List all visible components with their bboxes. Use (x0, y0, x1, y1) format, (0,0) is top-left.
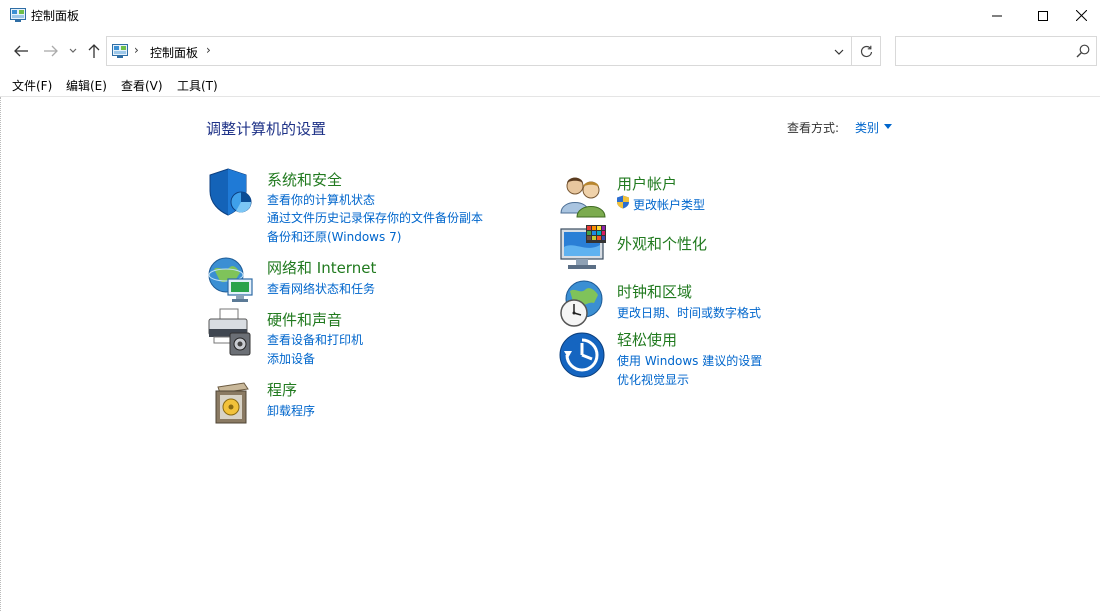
link-backup-restore[interactable]: 备份和还原(Windows 7) (267, 228, 401, 245)
category-title[interactable]: 网络和 Internet (267, 257, 376, 278)
category-hardware-sound: 硬件和声音 查看设备和打印机 添加设备 (206, 307, 506, 367)
refresh-button[interactable] (852, 36, 881, 66)
programs-box-icon[interactable] (206, 377, 256, 427)
link-file-history-backup[interactable]: 通过文件历史记录保存你的文件备份副本 (267, 209, 483, 226)
control-panel-icon (10, 8, 26, 22)
window-title: 控制面板 (31, 9, 80, 23)
link-uninstall-program[interactable]: 卸载程序 (267, 402, 315, 419)
maximize-icon (1038, 10, 1048, 21)
title-bar: 控制面板 (0, 0, 1100, 31)
monitor-palette-icon[interactable] (558, 223, 608, 273)
menu-tools[interactable]: 工具(T) (177, 77, 218, 94)
menu-view[interactable]: 查看(V) (121, 77, 163, 94)
refresh-icon (860, 45, 872, 57)
link-network-status[interactable]: 查看网络状态和任务 (267, 280, 375, 297)
category-clock-region: 时钟和区域 更改日期、时间或数字格式 (558, 279, 858, 329)
search-icon (1076, 44, 1090, 58)
page-title: 调整计算机的设置 (206, 120, 327, 138)
menu-file[interactable]: 文件(F) (12, 77, 52, 94)
view-by-dropdown[interactable]: 类别 (855, 119, 879, 136)
accessibility-icon[interactable] (558, 331, 608, 381)
category-appearance: 外观和个性化 (558, 223, 858, 273)
close-button[interactable] (1063, 0, 1100, 31)
minimize-button[interactable] (974, 0, 1020, 31)
recent-locations-button[interactable] (66, 39, 80, 63)
view-by-label: 查看方式: (787, 121, 840, 135)
category-title[interactable]: 硬件和声音 (267, 309, 342, 330)
category-title[interactable]: 程序 (267, 379, 297, 400)
search-box[interactable] (895, 36, 1097, 66)
category-system-security: 系统和安全 查看你的计算机状态 通过文件历史记录保存你的文件备份副本 备份和还原… (206, 167, 506, 247)
forward-button[interactable] (40, 39, 62, 63)
category-title[interactable]: 用户帐户 (617, 173, 677, 194)
users-icon[interactable] (558, 171, 608, 221)
category-title[interactable]: 外观和个性化 (617, 233, 707, 254)
main-content: 调整计算机的设置 查看方式: 类别 系统和安全 查看你的计算机状态 通过文件历史… (0, 97, 1100, 611)
link-view-computer-status[interactable]: 查看你的计算机状态 (267, 191, 375, 208)
menu-bar: 文件(F) 编辑(E) 查看(V) 工具(T) (0, 71, 1100, 97)
category-programs: 程序 卸载程序 (206, 377, 506, 427)
link-devices-printers[interactable]: 查看设备和打印机 (267, 331, 363, 348)
arrow-right-icon (44, 45, 58, 57)
printer-icon[interactable] (206, 307, 256, 357)
chevron-down-icon (69, 48, 77, 53)
minimize-icon (992, 15, 1002, 16)
category-title[interactable]: 时钟和区域 (617, 281, 692, 302)
breadcrumb-separator[interactable]: › (206, 43, 211, 57)
link-optimize-visual-display[interactable]: 优化视觉显示 (617, 371, 689, 388)
category-title[interactable]: 系统和安全 (267, 169, 342, 190)
close-icon (1076, 10, 1087, 21)
up-button[interactable] (84, 39, 104, 63)
uac-shield-icon (617, 195, 629, 209)
breadcrumb-control-panel[interactable]: 控制面板 (150, 44, 198, 61)
link-add-device[interactable]: 添加设备 (267, 350, 315, 367)
breadcrumb-separator[interactable]: › (134, 43, 139, 57)
network-globe-icon[interactable] (206, 255, 256, 305)
arrow-left-icon (14, 45, 28, 57)
link-change-account-type[interactable]: 更改帐户类型 (633, 196, 705, 213)
caret-down-icon[interactable] (884, 124, 892, 129)
link-windows-recommended-settings[interactable]: 使用 Windows 建议的设置 (617, 352, 762, 369)
maximize-button[interactable] (1020, 0, 1066, 31)
category-ease-of-access: 轻松使用 使用 Windows 建议的设置 优化视觉显示 (558, 331, 858, 391)
chevron-down-icon (834, 49, 844, 55)
menu-edit[interactable]: 编辑(E) (66, 77, 107, 94)
category-title[interactable]: 轻松使用 (617, 329, 677, 350)
arrow-up-icon (88, 44, 100, 58)
address-bar[interactable]: › 控制面板 › (106, 36, 852, 66)
category-user-accounts: 用户帐户 更改帐户类型 (558, 171, 858, 221)
shield-icon[interactable] (206, 167, 256, 217)
address-dropdown-button[interactable] (829, 43, 849, 61)
control-panel-icon (112, 44, 128, 58)
back-button[interactable] (10, 39, 32, 63)
link-change-date-time-format[interactable]: 更改日期、时间或数字格式 (617, 304, 761, 321)
navigation-bar: › 控制面板 › (0, 31, 1100, 71)
category-network: 网络和 Internet 查看网络状态和任务 (206, 255, 506, 305)
clock-globe-icon[interactable] (558, 279, 608, 329)
